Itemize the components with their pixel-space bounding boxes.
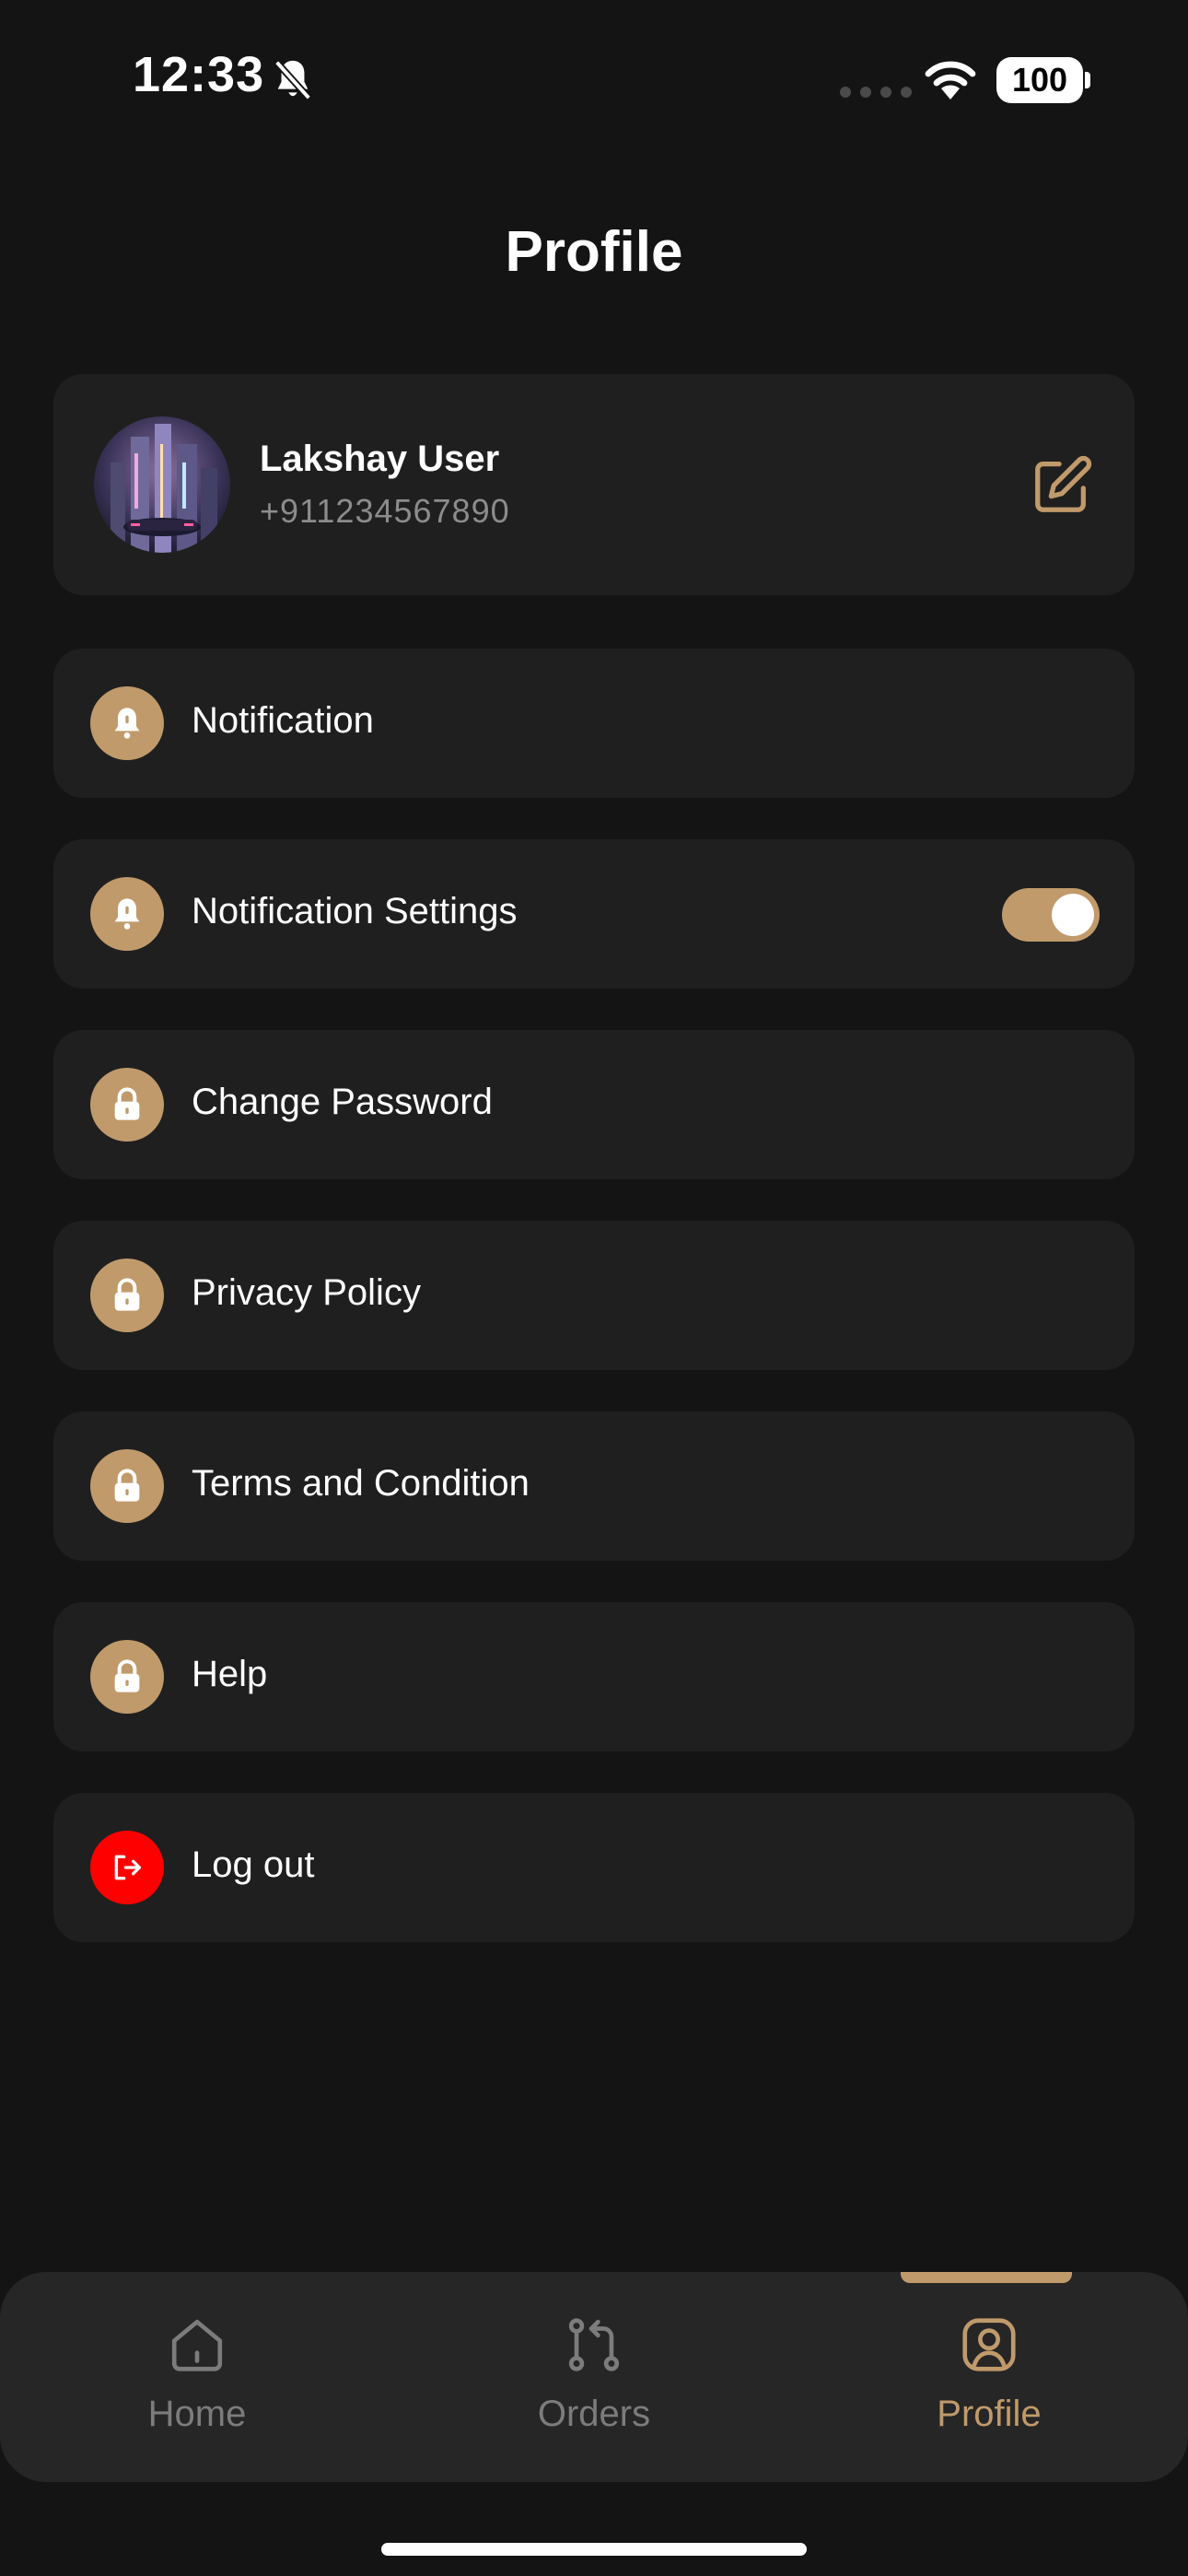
menu-label: Notification Settings [192, 891, 518, 931]
git-compare-icon [568, 2318, 620, 2371]
bell-icon [90, 877, 164, 951]
menu-label: Notification [192, 700, 374, 741]
nav-label: Orders [537, 2394, 651, 2434]
cellular-signal-icon [840, 87, 912, 98]
status-bar: 12:33 100 [0, 0, 1188, 157]
bell-icon [90, 686, 164, 760]
lock-icon [90, 1449, 164, 1523]
home-indicator[interactable] [381, 2543, 807, 2556]
menu-label: Privacy Policy [192, 1272, 421, 1313]
home-icon [171, 2319, 223, 2371]
menu-item-terms-and-condition[interactable]: Terms and Condition [53, 1411, 1135, 1561]
status-time: 12:33 [133, 47, 265, 102]
menu-item-notification-settings[interactable]: Notification Settings [53, 839, 1135, 989]
user-name: Lakshay User [260, 439, 500, 479]
wifi-icon [925, 61, 976, 100]
menu-item-change-password[interactable]: Change Password [53, 1030, 1135, 1179]
menu-item-logout[interactable]: Log out [53, 1793, 1135, 1942]
nav-label: Profile [937, 2394, 1042, 2434]
page-title: Profile [505, 220, 683, 284]
bell-off-icon [274, 60, 312, 100]
nav-orders[interactable]: Orders [456, 2313, 732, 2460]
menu-item-notification[interactable]: Notification [53, 649, 1135, 798]
menu-item-privacy-policy[interactable]: Privacy Policy [53, 1221, 1135, 1370]
menu-label: Help [192, 1654, 268, 1694]
menu-label: Log out [192, 1844, 315, 1885]
lock-icon [90, 1259, 164, 1332]
active-tab-indicator [901, 2272, 1072, 2283]
nav-profile[interactable]: Profile [851, 2313, 1127, 2460]
user-phone: +911234567890 [260, 492, 510, 530]
toggle-knob [1052, 894, 1094, 936]
bottom-nav: Home Orders Profile [0, 2272, 1188, 2482]
battery-indicator: 100 [996, 57, 1083, 103]
profile-card: Lakshay User +911234567890 [53, 374, 1135, 595]
menu-label: Change Password [192, 1082, 493, 1122]
avatar[interactable] [94, 416, 230, 553]
menu-label: Terms and Condition [192, 1463, 530, 1504]
battery-nub [1085, 72, 1090, 88]
nav-label: Home [147, 2394, 247, 2434]
logout-icon [90, 1831, 164, 1904]
notification-toggle[interactable] [1002, 888, 1100, 942]
lock-icon [90, 1640, 164, 1714]
edit-icon[interactable] [1030, 453, 1094, 518]
lock-icon [90, 1068, 164, 1142]
nav-home[interactable]: Home [59, 2313, 335, 2460]
user-icon [962, 2318, 1016, 2371]
menu-item-help[interactable]: Help [53, 1602, 1135, 1751]
